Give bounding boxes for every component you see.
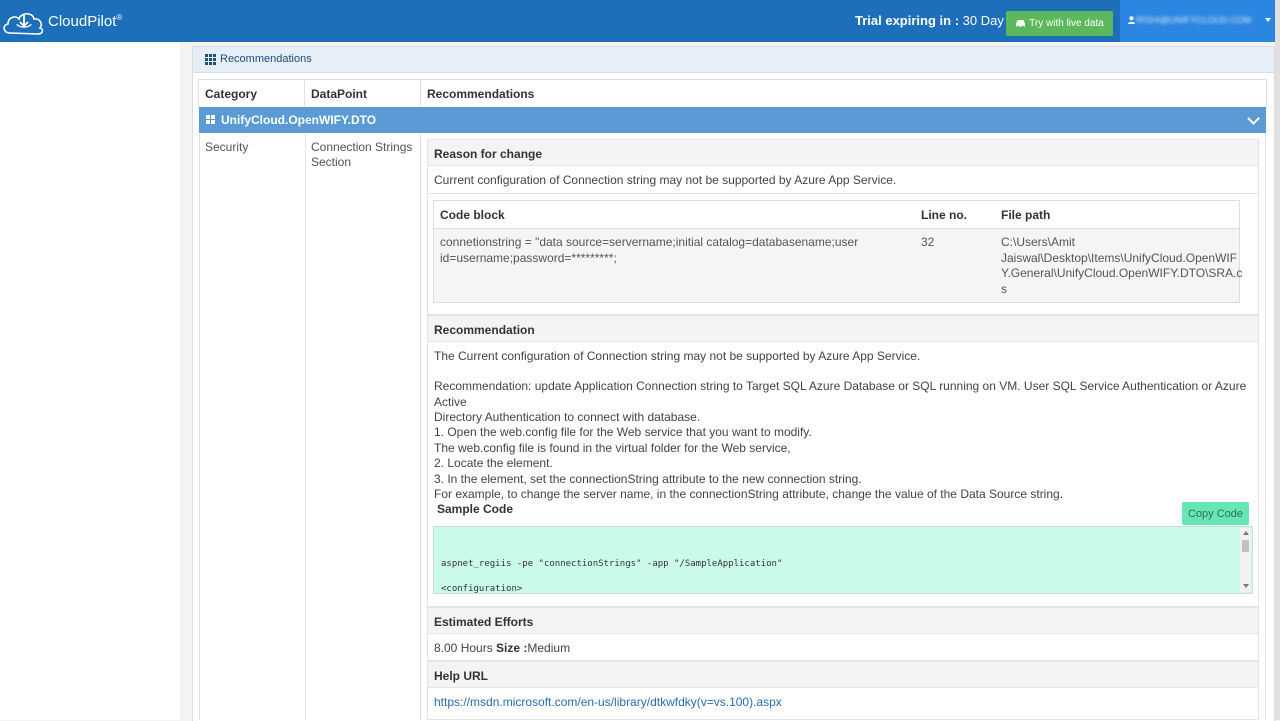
top-navbar: CloudPilot® Trial expiring in : 30 Day T… (0, 0, 1280, 42)
reason-heading: Reason for change (427, 139, 1259, 166)
recommendation-heading: Recommendation (427, 315, 1259, 342)
column-header-recommendations: Recommendations (427, 87, 535, 101)
line-number: 32 (921, 235, 935, 249)
table-header: Category DataPoint Recommendations (198, 79, 1267, 108)
code-snippet: connetionstring = "data source=servernam… (440, 235, 859, 265)
header-file-path: File path (1001, 208, 1051, 222)
cloud-logo-icon (3, 12, 44, 35)
scroll-up-icon[interactable] (1243, 531, 1249, 535)
efforts-value: 8.00 Hours Size :Medium (434, 641, 571, 655)
user-icon (1128, 16, 1135, 24)
code-table-header: Code block Line no. File path (434, 201, 1239, 229)
cell-category: Security (205, 140, 249, 154)
grid-icon (205, 53, 216, 65)
trial-label: Trial expiring in : (855, 13, 960, 28)
row-border (1265, 134, 1266, 720)
sample-code-box[interactable]: aspnet_regiis -pe "connectionStrings" -a… (433, 526, 1253, 594)
file-path: C:\Users\Amit Jaiswal\Desktop\Items\Unify… (1001, 235, 1243, 296)
reason-body: Current configuration of Connection stri… (427, 166, 1259, 315)
recommendation-p2: Recommendation: update Application Conne… (434, 379, 1247, 424)
help-url-link[interactable]: https://msdn.microsoft.com/en-us/library… (434, 695, 782, 711)
recommendation-p1: The Current configuration of Connection … (434, 349, 921, 363)
group-label: UnifyCloud.OpenWIFY.DTO (221, 113, 377, 127)
cell-datapoint: Connection Strings Section (311, 140, 413, 169)
page-scrollbar[interactable] (1275, 0, 1280, 720)
efforts-body: 8.00 Hours Size :Medium (427, 634, 1259, 661)
user-email: RISHI@UNIFYCLOUD.COM (1136, 15, 1252, 25)
try-button-label: Try with live data (1029, 18, 1104, 29)
recommendation-detail: Reason for change Current configuration … (427, 139, 1259, 720)
help-url-body: https://msdn.microsoft.com/en-us/library… (427, 688, 1259, 720)
code-scrollbar[interactable] (1240, 528, 1251, 592)
header-line-no: Line no. (921, 208, 967, 222)
code-line: aspnet_regiis -pe "connectionStrings" -a… (441, 559, 783, 569)
chevron-down-icon[interactable] (1247, 112, 1260, 125)
sidebar (0, 42, 180, 720)
reason-text: Current configuration of Connection stri… (434, 173, 897, 187)
code-line: <configuration> (441, 584, 523, 594)
user-menu[interactable]: RISHI@UNIFYCLOUD.COM (1120, 0, 1275, 42)
trial-value: 30 Day (962, 13, 1004, 28)
header-code-block: Code block (440, 208, 505, 222)
panel-title: Recommendations (205, 53, 312, 65)
group-row[interactable]: UnifyCloud.OpenWIFY.DTO (199, 107, 1266, 133)
help-url-heading: Help URL (427, 661, 1259, 688)
column-header-datapoint: DataPoint (311, 87, 368, 101)
scroll-down-icon[interactable] (1243, 584, 1249, 588)
column-divider (305, 134, 306, 720)
efforts-heading: Estimated Efforts (427, 607, 1259, 634)
scroll-thumb[interactable] (1242, 540, 1249, 552)
panel-header: Recommendations (193, 47, 1274, 73)
car-icon (1016, 20, 1026, 28)
try-live-data-button[interactable]: Try with live data (1006, 11, 1113, 36)
row-border (199, 134, 200, 720)
sample-code-label: Sample Code (437, 502, 514, 516)
column-header-category: Category (205, 87, 258, 101)
recommendation-steps: 1. Open the web.config file for the Web … (434, 425, 1064, 501)
code-block-table: Code block Line no. File path connetions… (433, 200, 1243, 303)
trial-status: Trial expiring in : 30 Day (855, 13, 1004, 28)
copy-code-button[interactable]: Copy Code (1182, 502, 1249, 525)
caret-down-icon (1265, 18, 1271, 22)
brand-name: CloudPilot® (48, 13, 123, 30)
windows-icon (206, 115, 215, 124)
column-divider (420, 134, 421, 720)
